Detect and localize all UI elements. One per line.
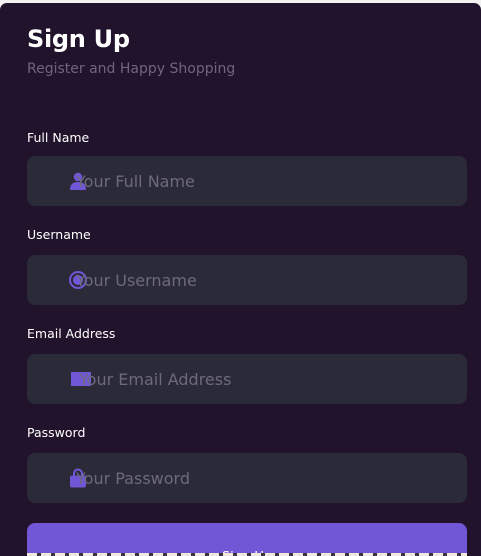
full-name-input[interactable] <box>76 156 456 206</box>
username-input[interactable] <box>76 255 456 305</box>
sign-up-button[interactable]: Sign Up <box>27 523 467 556</box>
email-label: Email Address <box>27 326 116 341</box>
password-field[interactable] <box>27 453 467 503</box>
signup-card: Sign Up Register and Happy Shopping Full… <box>0 3 481 556</box>
email-field[interactable] <box>27 354 467 404</box>
email-input[interactable] <box>79 354 459 404</box>
username-label: Username <box>27 227 91 242</box>
page-subtitle: Register and Happy Shopping <box>27 61 236 77</box>
password-input[interactable] <box>76 453 456 503</box>
full-name-label: Full Name <box>27 130 90 145</box>
username-field[interactable] <box>27 255 467 305</box>
password-label: Password <box>27 425 86 440</box>
page-title: Sign Up <box>27 25 130 53</box>
full-name-field[interactable] <box>27 156 467 206</box>
